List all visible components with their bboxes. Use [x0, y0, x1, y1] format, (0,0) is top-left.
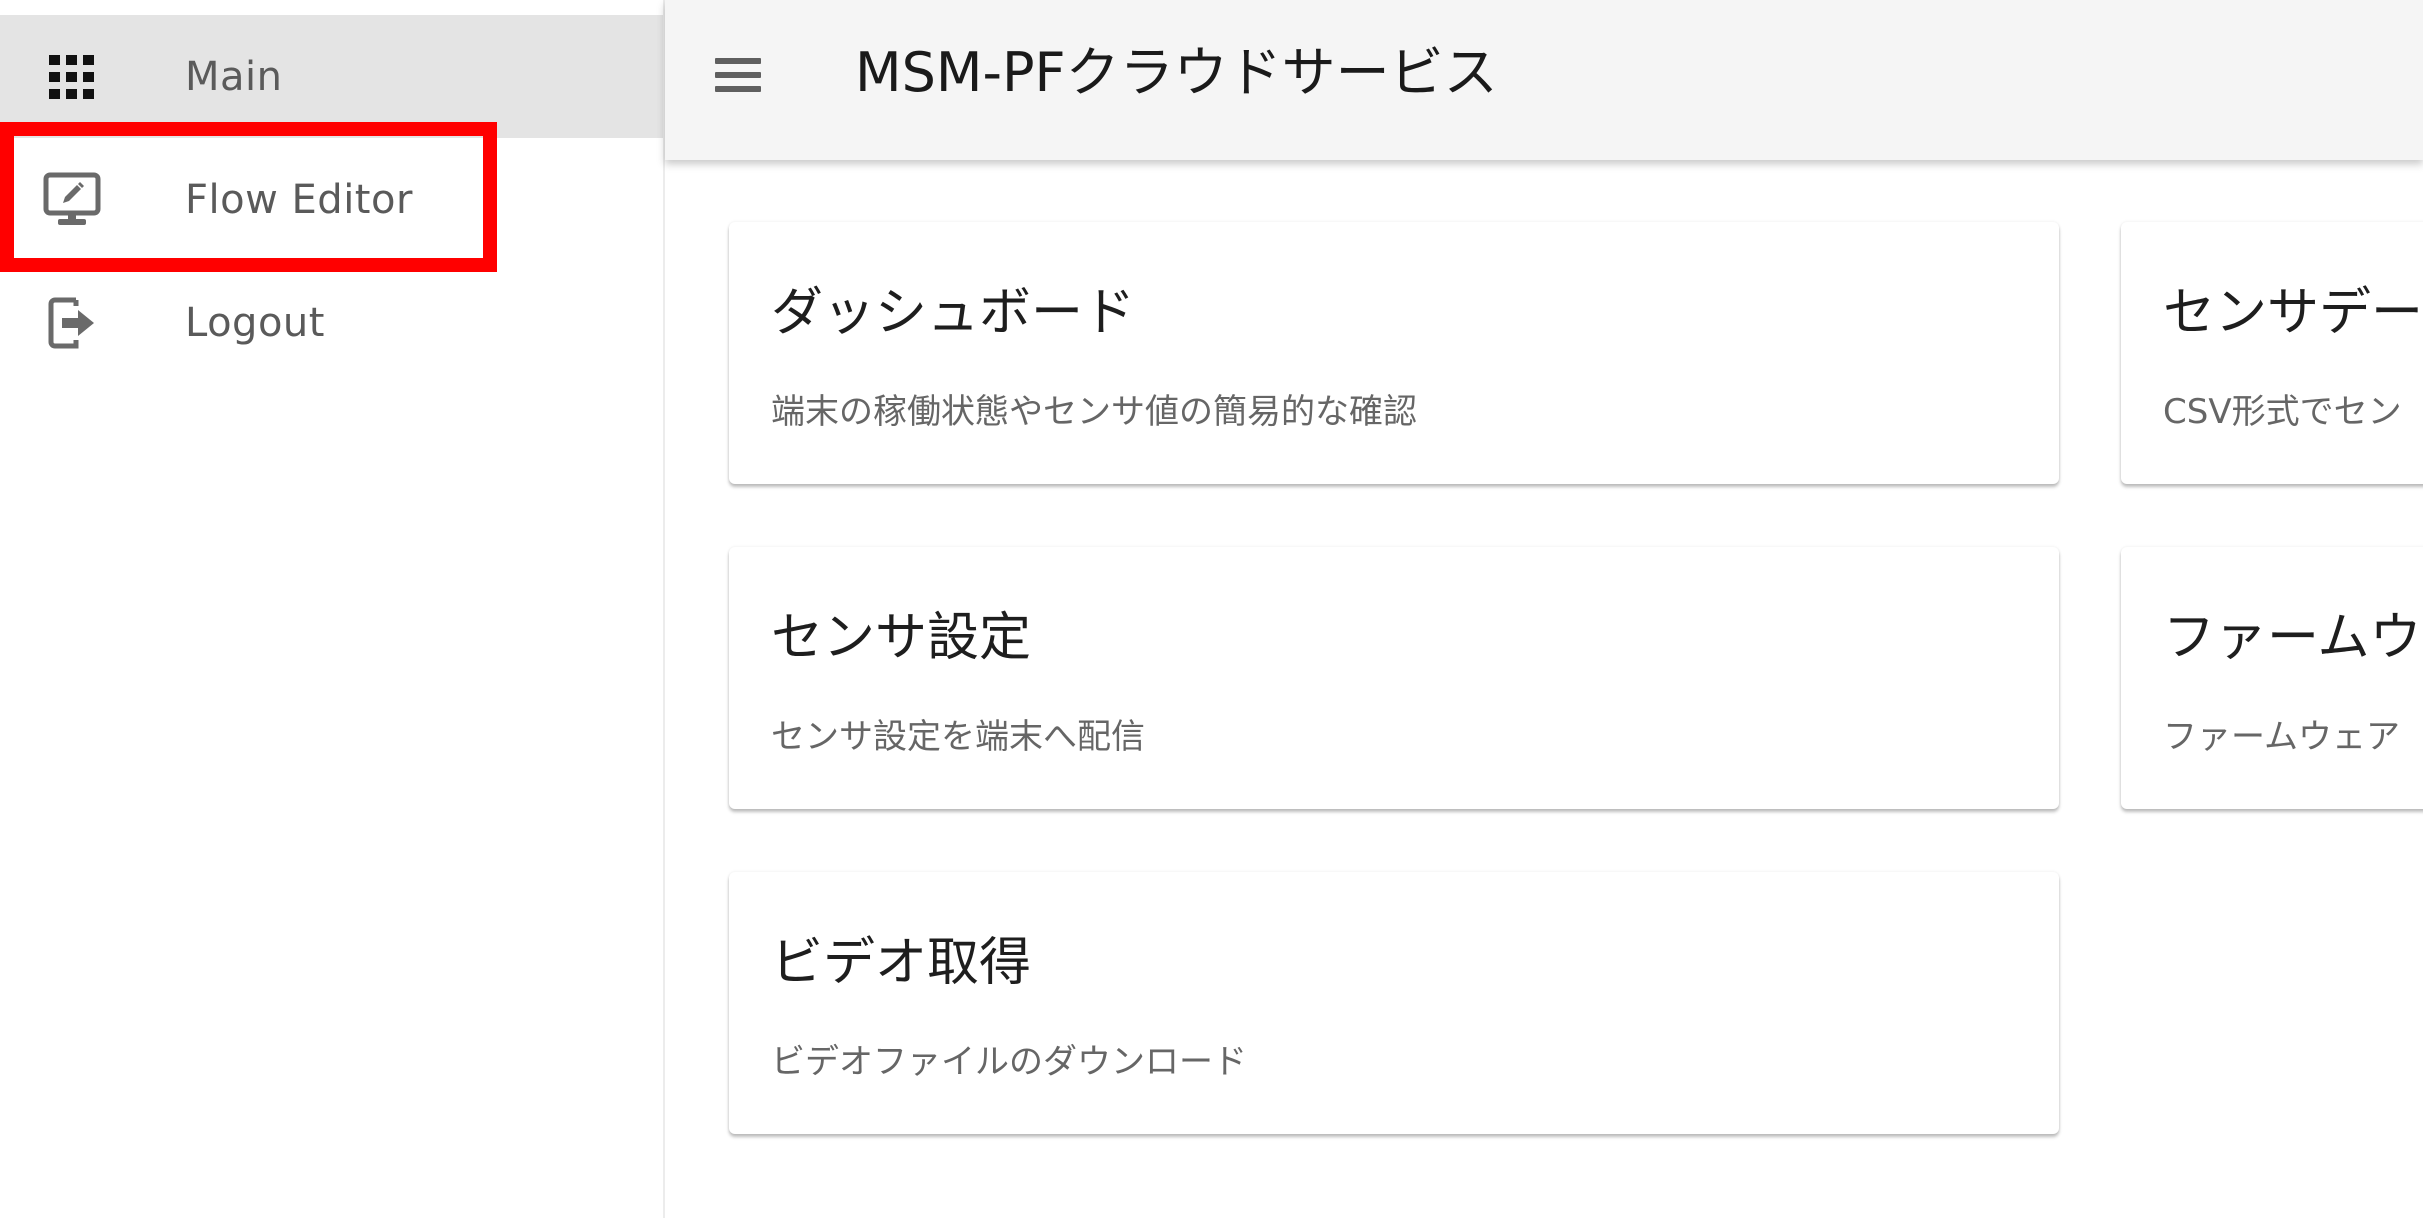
- sidebar-item-main[interactable]: Main: [0, 15, 663, 138]
- card-dashboard[interactable]: ダッシュボード 端末の稼働状態やセンサ値の簡易的な確認: [729, 222, 2059, 484]
- sidebar-item-logout[interactable]: Logout: [0, 261, 663, 384]
- card-description: センサ設定を端末へ配信: [771, 717, 1145, 757]
- monitor-edit-icon: [40, 168, 104, 232]
- nav-list: Main Flow Editor Logout: [0, 15, 663, 384]
- card-description: ビデオファイルのダウンロード: [771, 1042, 1247, 1082]
- card-title: センサデー: [2163, 283, 2423, 343]
- card-title: ビデオ取得: [771, 933, 1032, 993]
- sidebar-navigation: Main Flow Editor Logout: [0, 0, 665, 1218]
- card-description: 端末の稼働状態やセンサ値の簡易的な確認: [771, 392, 1417, 432]
- card-sensor-settings[interactable]: センサ設定 センサ設定を端末へ配信: [729, 547, 2059, 809]
- app-title: MSM-PFクラウドサービス: [855, 41, 1498, 104]
- card-title: ダッシュボード: [771, 283, 1136, 343]
- card-description: ファームウェア: [2163, 717, 2400, 757]
- card-video-acquisition[interactable]: ビデオ取得 ビデオファイルのダウンロード: [729, 872, 2059, 1134]
- app-bar: MSM-PFクラウドサービス: [665, 0, 2423, 160]
- main-content: ダッシュボード 端末の稼働状態やセンサ値の簡易的な確認 センサデー CSV形式で…: [665, 160, 2423, 1218]
- sidebar-item-label: Main: [185, 53, 283, 100]
- sidebar-item-label: Logout: [185, 299, 325, 346]
- sidebar-item-label: Flow Editor: [185, 176, 413, 223]
- card-title: センサ設定: [771, 608, 1032, 668]
- apps-grid-icon: [40, 45, 104, 109]
- card-description: CSV形式でセン: [2163, 392, 2402, 432]
- card-title: ファームウ: [2163, 608, 2422, 668]
- sidebar-item-flow-editor[interactable]: Flow Editor: [0, 138, 663, 261]
- hamburger-menu-icon[interactable]: [715, 50, 765, 100]
- card-firmware[interactable]: ファームウ ファームウェア: [2121, 547, 2423, 809]
- logout-icon: [40, 291, 104, 355]
- card-sensor-data[interactable]: センサデー CSV形式でセン: [2121, 222, 2423, 484]
